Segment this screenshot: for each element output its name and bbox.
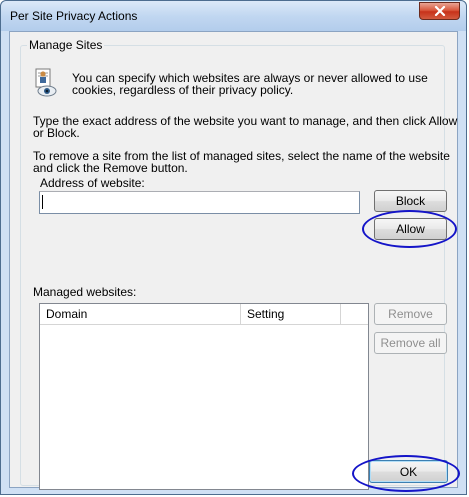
instructions-line-2: or Block. [33,126,80,140]
close-icon [434,6,446,16]
group-legend: Manage Sites [27,38,105,52]
title-bar[interactable]: Per Site Privacy Actions [1,1,466,31]
remove-button[interactable]: Remove [374,303,447,325]
column-header-domain[interactable]: Domain [40,304,241,324]
managed-websites-label: Managed websites: [33,285,137,299]
remove-all-button[interactable]: Remove all [374,332,447,354]
text-caret [42,195,43,209]
dialog-client-area: Manage Sites You can specify which websi… [9,31,458,490]
ok-button[interactable]: OK [369,460,448,483]
remove-instructions-line-2: and click the Remove button. [33,161,188,175]
window-title: Per Site Privacy Actions [10,9,138,23]
list-header: Domain Setting [40,304,368,325]
privacy-info-icon [35,68,57,98]
instructions-line-1: Type the exact address of the website yo… [33,114,458,128]
info-text-line-2: cookies, regardless of their privacy pol… [72,83,294,97]
allow-button[interactable]: Allow [374,218,447,240]
column-header-setting[interactable]: Setting [241,304,341,324]
address-label: Address of website: [40,176,145,190]
managed-websites-list[interactable]: Domain Setting [39,303,369,490]
dialog-window: Per Site Privacy Actions Manage Sites Yo… [0,0,467,495]
block-button[interactable]: Block [374,190,447,212]
manage-sites-group: Manage Sites You can specify which websi… [20,38,457,490]
close-button[interactable] [419,2,460,20]
address-input[interactable] [39,191,360,214]
